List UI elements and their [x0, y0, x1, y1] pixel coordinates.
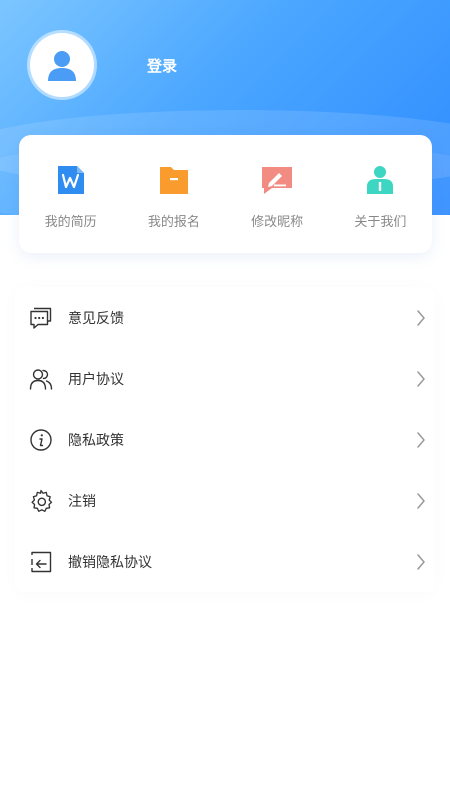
menu-item-deregister[interactable]: 注销: [15, 470, 435, 531]
edit-nickname-icon: [260, 163, 294, 197]
users-icon: [29, 367, 53, 391]
about-us-person-icon: [363, 163, 397, 197]
settings-menu: 意见反馈 用户协议 隐私政策 注销 撤销隐私协议: [15, 287, 435, 592]
gear-icon: [29, 489, 53, 513]
menu-item-privacy-policy[interactable]: 隐私政策: [15, 409, 435, 470]
revoke-exit-icon: [29, 550, 53, 574]
feedback-chat-icon: [29, 306, 53, 330]
quick-action-about-us[interactable]: 关于我们: [329, 135, 432, 253]
menu-item-revoke-privacy-agreement[interactable]: 撤销隐私协议: [15, 531, 435, 592]
menu-item-label: 隐私政策: [68, 432, 124, 449]
info-circle-icon: [29, 428, 53, 452]
chevron-right-icon: [413, 553, 429, 570]
folder-icon: [157, 163, 191, 197]
chevron-right-icon: [413, 309, 429, 326]
chevron-right-icon: [413, 431, 429, 448]
word-document-icon: [54, 163, 88, 197]
chevron-right-icon: [413, 370, 429, 387]
avatar[interactable]: [30, 33, 94, 97]
quick-action-edit-nickname[interactable]: 修改昵称: [226, 135, 329, 253]
quick-action-my-registration[interactable]: 我的报名: [122, 135, 225, 253]
menu-item-label: 撤销隐私协议: [68, 554, 152, 571]
quick-action-label: 修改昵称: [251, 215, 304, 230]
menu-item-label: 意见反馈: [68, 310, 124, 327]
menu-item-user-agreement[interactable]: 用户协议: [15, 348, 435, 409]
quick-actions-card: 我的简历 我的报名 修改昵称 关于我们: [19, 135, 432, 253]
quick-action-label: 我的简历: [44, 215, 97, 230]
login-link[interactable]: 登录: [147, 55, 177, 76]
profile-page: 登录 我的简历 我的报名 修改昵称 关于我们 意见反馈 用户协议 隐私政策 注销…: [0, 0, 450, 800]
quick-action-label: 关于我们: [354, 215, 407, 230]
menu-item-label: 注销: [68, 493, 96, 510]
quick-action-label: 我的报名: [147, 215, 200, 230]
menu-item-label: 用户协议: [68, 371, 124, 388]
user-avatar-icon: [48, 51, 76, 81]
quick-action-my-resume[interactable]: 我的简历: [19, 135, 122, 253]
chevron-right-icon: [413, 492, 429, 509]
menu-item-feedback[interactable]: 意见反馈: [15, 287, 435, 348]
